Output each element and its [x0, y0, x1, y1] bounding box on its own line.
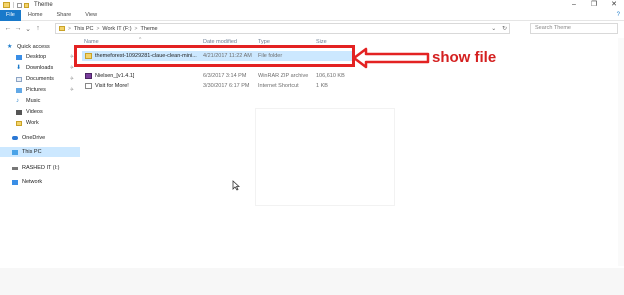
- chevron-right-icon: >: [96, 25, 100, 32]
- minimize-button[interactable]: –: [564, 0, 584, 10]
- sidebar-item-label: Downloads: [26, 65, 54, 71]
- sidebar-item-label: This PC: [22, 149, 42, 155]
- chevron-right-icon: >: [134, 25, 138, 32]
- sidebar-item-label: Documents: [26, 76, 54, 82]
- download-icon: ⬇: [16, 64, 22, 71]
- breadcrumb-this-pc[interactable]: This PC: [74, 26, 94, 32]
- sidebar-item-network[interactable]: Network: [0, 177, 80, 187]
- sort-arrow-icon: ^: [139, 37, 142, 43]
- vertical-scrollbar[interactable]: [618, 38, 624, 266]
- divider: [13, 2, 14, 8]
- shortcut-icon: [85, 83, 92, 89]
- folder-icon: [59, 26, 65, 31]
- computer-icon: [12, 149, 18, 155]
- file-date: 6/3/2017 3:14 PM: [203, 73, 247, 79]
- address-controls: ⌄ ↻: [491, 25, 507, 32]
- tab-share[interactable]: Share: [50, 10, 79, 21]
- pin-icon: ✈: [69, 87, 74, 93]
- sidebar-item-label: OneDrive: [22, 135, 46, 141]
- ribbon-tabs: File Home Share View ?: [0, 9, 624, 21]
- sidebar-item-work[interactable]: Work: [0, 118, 80, 128]
- sidebar-item-quick-access[interactable]: ★ Quick access: [0, 42, 80, 52]
- sidebar-item-documents[interactable]: Documents ✈: [0, 74, 80, 84]
- file-name: Visit for More!: [95, 83, 129, 89]
- sidebar-item-label: Pictures: [26, 87, 46, 93]
- folder-icon: [16, 120, 22, 126]
- new-folder-icon[interactable]: [24, 2, 29, 8]
- desktop-icon: [16, 54, 22, 60]
- sidebar-item-label: Videos: [26, 109, 43, 115]
- help-icon[interactable]: ?: [617, 12, 620, 18]
- close-button[interactable]: ✕: [604, 0, 624, 10]
- tab-view[interactable]: View: [78, 10, 104, 21]
- archive-icon: [85, 73, 92, 79]
- breadcrumb-work-it[interactable]: Work IT (F:): [102, 26, 131, 32]
- file-type: WinRAR ZIP archive: [258, 73, 309, 79]
- pin-icon: ✈: [69, 76, 74, 82]
- tab-file[interactable]: File: [0, 9, 21, 21]
- sidebar-item-label: Music: [26, 98, 41, 104]
- sidebar-item-downloads[interactable]: ⬇ Downloads ✈: [0, 63, 80, 73]
- sidebar-item-rashed-it[interactable]: RASHED IT (I:): [0, 163, 80, 173]
- address-bar[interactable]: > This PC > Work IT (F:) > Theme ⌄ ↻: [55, 23, 510, 34]
- sidebar-item-label: Work: [26, 120, 39, 126]
- sidebar-item-videos[interactable]: Videos: [0, 107, 80, 117]
- sidebar-item-this-pc[interactable]: This PC: [0, 147, 80, 157]
- file-size: 106,610 KB: [316, 73, 345, 79]
- sidebar-item-label: Network: [22, 179, 43, 185]
- tab-home[interactable]: Home: [21, 10, 50, 21]
- pictures-icon: [16, 87, 22, 93]
- sidebar-item-label: RASHED IT (I:): [22, 165, 60, 171]
- star-icon: ★: [7, 43, 13, 50]
- annotation-label: show file: [432, 49, 497, 66]
- back-button[interactable]: ←: [3, 25, 13, 32]
- title-bar: Theme – ❐ ✕: [0, 0, 624, 10]
- file-size: 1 KB: [316, 83, 328, 89]
- window-title: Theme: [34, 2, 53, 8]
- file-row[interactable]: Nielsen_[v1.4.1] 6/3/2017 3:14 PM WinRAR…: [82, 71, 352, 81]
- sidebar-item-label: Desktop: [26, 54, 47, 60]
- watermark: [255, 108, 395, 206]
- videos-icon: [16, 109, 22, 115]
- maximize-button[interactable]: ❐: [584, 0, 604, 10]
- arrow-left-icon: [352, 47, 430, 69]
- file-type: Internet Shortcut: [258, 83, 299, 89]
- music-icon: ♪: [16, 97, 19, 104]
- up-button[interactable]: ↑: [33, 25, 43, 32]
- navigation-pane: ★ Quick access Desktop ✈ ⬇ Downloads ✈ D…: [0, 38, 80, 295]
- chevron-right-icon: >: [68, 25, 71, 32]
- search-input[interactable]: Search Theme: [530, 23, 618, 34]
- sidebar-item-pictures[interactable]: Pictures ✈: [0, 85, 80, 95]
- file-row[interactable]: Visit for More! 3/30/2017 6:17 PM Intern…: [82, 81, 352, 91]
- chevron-down-icon[interactable]: ⌄: [491, 26, 496, 32]
- highlight-box: [74, 45, 355, 67]
- cloud-icon: [12, 136, 18, 140]
- sidebar-item-music[interactable]: ♪ Music: [0, 96, 80, 106]
- file-date: 3/30/2017 6:17 PM: [203, 83, 250, 89]
- folder-icon: [3, 2, 10, 8]
- address-row: ← → ⌄ ↑ > This PC > Work IT (F:) > Theme…: [0, 22, 624, 35]
- documents-icon: [16, 76, 22, 82]
- refresh-icon[interactable]: ↻: [502, 26, 507, 32]
- sidebar-item-label: Quick access: [17, 44, 50, 50]
- recent-locations-button[interactable]: ⌄: [23, 25, 33, 33]
- mouse-cursor-icon: [232, 180, 240, 191]
- network-icon: [12, 179, 18, 185]
- forward-button[interactable]: →: [13, 25, 23, 32]
- file-name: Nielsen_[v1.4.1]: [95, 73, 135, 79]
- sidebar-item-onedrive[interactable]: OneDrive: [0, 133, 80, 143]
- sidebar-item-desktop[interactable]: Desktop ✈: [0, 52, 80, 62]
- drive-icon: [12, 166, 18, 170]
- properties-icon[interactable]: [17, 2, 22, 8]
- status-area: [0, 268, 624, 295]
- breadcrumb-theme[interactable]: Theme: [140, 26, 157, 32]
